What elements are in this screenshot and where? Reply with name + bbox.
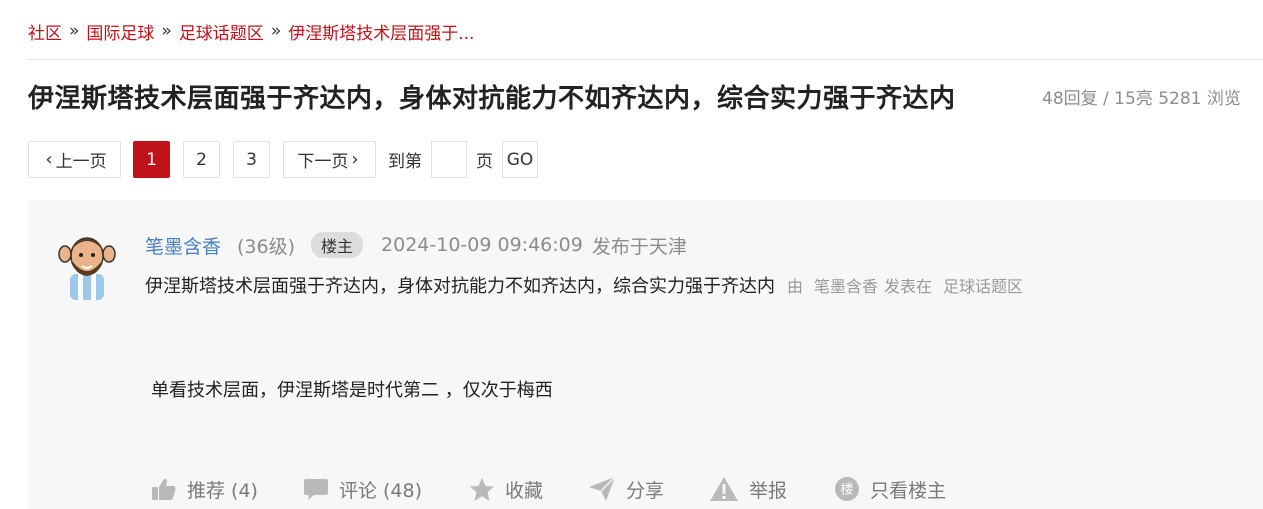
like-button[interactable]: 推荐 (4): [151, 476, 258, 503]
post-actions: 推荐 (4) 评论 (48) 收藏 分享 举报 楼 只看楼主: [151, 472, 946, 506]
page-2-button[interactable]: 2: [183, 141, 220, 178]
share-button[interactable]: 分享: [588, 476, 664, 503]
next-page-label: 下一页: [297, 152, 349, 172]
forum-link[interactable]: 足球话题区: [943, 273, 1023, 297]
by-author-link[interactable]: 笔墨含香: [814, 273, 878, 297]
author-level: (36级): [237, 235, 296, 258]
like-label: 推荐 (4): [187, 479, 258, 502]
goto-page-input[interactable]: [431, 141, 467, 178]
star-icon: [470, 477, 495, 501]
header-divider: [28, 59, 1263, 60]
chevron-right-icon: ›: [351, 149, 359, 170]
thread-stats: 48回复 / 15亮 5281 浏览: [1042, 88, 1241, 109]
post-location: 发布于天津: [591, 235, 687, 258]
post-time: 2024-10-09 09:46:09: [381, 234, 583, 256]
favorite-label: 收藏: [505, 479, 544, 502]
posted-in-label: 发表在: [884, 277, 933, 296]
breadcrumb-current-thread-link[interactable]: 伊涅斯塔技术层面强于...: [288, 19, 474, 44]
post-body: 单看技术层面，伊涅斯塔是时代第二 ，仅次于梅西: [151, 380, 553, 401]
author-name-link[interactable]: 笔墨含香: [145, 232, 221, 259]
breadcrumb-separator: »: [161, 21, 172, 41]
thread-title: 伊涅斯塔技术层面强于齐达内，身体对抗能力不如齐达内，综合实力强于齐达内: [28, 83, 956, 114]
report-button[interactable]: 举报: [709, 476, 787, 503]
next-page-button[interactable]: 下一页 ›: [283, 141, 376, 178]
chevron-left-icon: ‹: [45, 149, 53, 170]
circle-badge-icon: 楼: [835, 477, 860, 501]
breadcrumb-intl-football-link[interactable]: 国际足球: [86, 19, 154, 44]
avatar[interactable]: [56, 228, 118, 300]
paper-plane-icon: [589, 476, 616, 501]
report-label: 举报: [749, 479, 788, 502]
breadcrumb-separator: »: [270, 21, 282, 41]
post-subject: 伊涅斯塔技术层面强于齐达内，身体对抗能力不如齐达内，综合实力强于齐达内: [145, 276, 775, 297]
post-subject-line: 伊涅斯塔技术层面强于齐达内，身体对抗能力不如齐达内，综合实力强于齐达内 由 笔墨…: [145, 272, 1023, 298]
favorite-button[interactable]: 收藏: [469, 476, 543, 503]
warning-triangle-icon: [710, 477, 739, 501]
post-card: 笔墨含香 (36级) 楼主 2024-10-09 09:46:09 发布于天津 …: [28, 200, 1263, 509]
comment-button[interactable]: 评论 (48): [303, 476, 422, 503]
by-label: 由: [787, 277, 804, 296]
share-label: 分享: [626, 479, 665, 502]
op-badge: 楼主: [311, 232, 364, 258]
only-op-button[interactable]: 楼 只看楼主: [834, 476, 946, 503]
thread-header: 伊涅斯塔技术层面强于齐达内，身体对抗能力不如齐达内，综合实力强于齐达内 48回复…: [28, 78, 1263, 114]
comment-bubble-icon: [303, 479, 328, 500]
prev-page-label: 上一页: [55, 152, 107, 172]
only-op-label: 只看楼主: [870, 479, 947, 502]
page-3-button[interactable]: 3: [233, 141, 270, 178]
thumbs-up-icon: [152, 478, 176, 500]
pagination: ‹ 上一页 1 2 3 下一页 › 到第 页 GO: [28, 141, 538, 178]
breadcrumb-football-topics-link[interactable]: 足球话题区: [179, 19, 264, 44]
only-op-icon-glyph: 楼: [841, 483, 854, 498]
page-unit-label: 页: [476, 152, 493, 172]
breadcrumb-community-link[interactable]: 社区: [28, 19, 62, 44]
goto-label: 到第: [388, 152, 422, 172]
prev-page-button[interactable]: ‹ 上一页: [28, 141, 121, 178]
go-button[interactable]: GO: [502, 141, 538, 178]
post-meta: 笔墨含香 (36级) 楼主 2024-10-09 09:46:09 发布于天津: [145, 232, 687, 258]
page-1-button[interactable]: 1: [133, 141, 170, 178]
breadcrumb: 社区 » 国际足球 » 足球话题区 » 伊涅斯塔技术层面强于...: [28, 19, 474, 44]
breadcrumb-separator: »: [69, 21, 80, 41]
comment-label: 评论 (48): [338, 479, 423, 502]
